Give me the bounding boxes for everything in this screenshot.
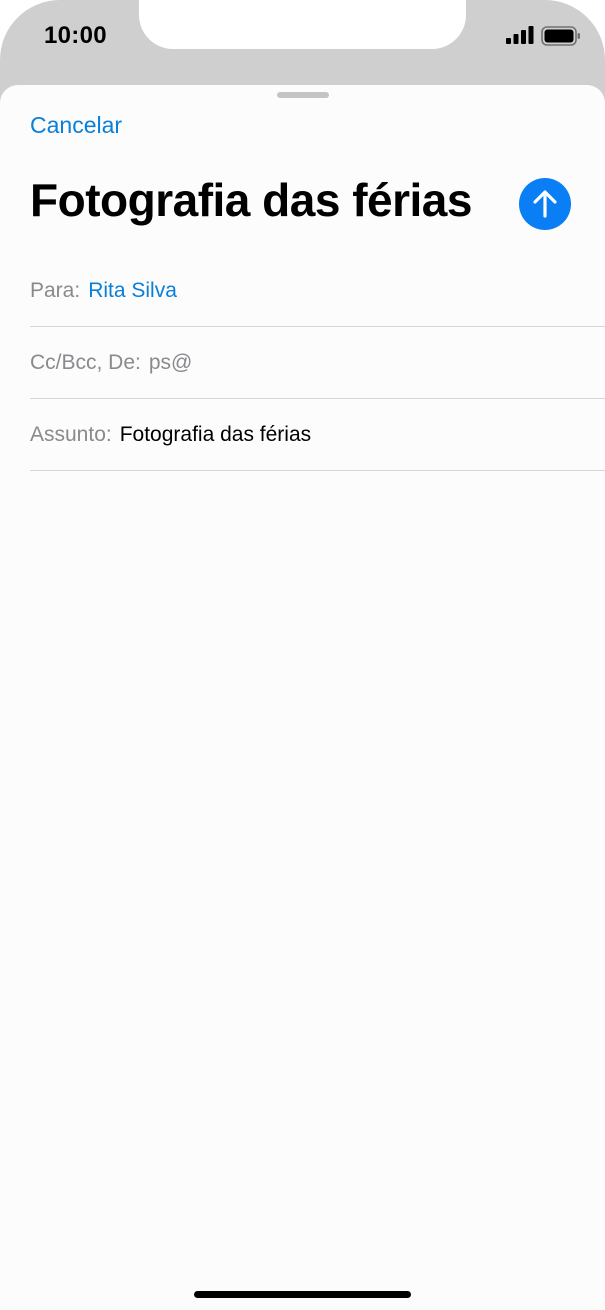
status-bar: 10:00 — [0, 0, 605, 85]
to-field[interactable]: Para: Rita Silva — [30, 256, 605, 327]
from-value[interactable]: ps@ — [149, 351, 193, 375]
to-label: Para: — [30, 279, 81, 302]
cc-label: Cc/Bcc, De: — [30, 351, 141, 374]
signal-icon — [506, 26, 534, 44]
status-time: 10:00 — [44, 22, 107, 49]
send-button[interactable] — [519, 178, 571, 230]
subject-field[interactable]: Assunto: Fotografia das férias — [30, 400, 605, 471]
recipient-token[interactable]: Rita Silva — [88, 279, 177, 303]
cancel-button[interactable]: Cancelar — [30, 112, 122, 139]
arrow-up-icon — [533, 190, 557, 218]
home-indicator[interactable] — [194, 1291, 411, 1298]
sheet-grabber[interactable] — [277, 92, 329, 98]
subject-label: Assunto: — [30, 423, 112, 446]
compose-title: Fotografia das férias — [30, 174, 472, 226]
compose-sheet: Cancelar Fotografia das férias Para: Rit… — [0, 85, 605, 1310]
subject-input[interactable]: Fotografia das férias — [120, 423, 311, 447]
battery-icon — [541, 26, 580, 46]
cc-bcc-from-field[interactable]: Cc/Bcc, De: ps@ — [30, 328, 605, 399]
phone-screen: 10:00 Cancelar Fotografia das férias Par… — [0, 0, 605, 1310]
notch — [139, 0, 466, 49]
